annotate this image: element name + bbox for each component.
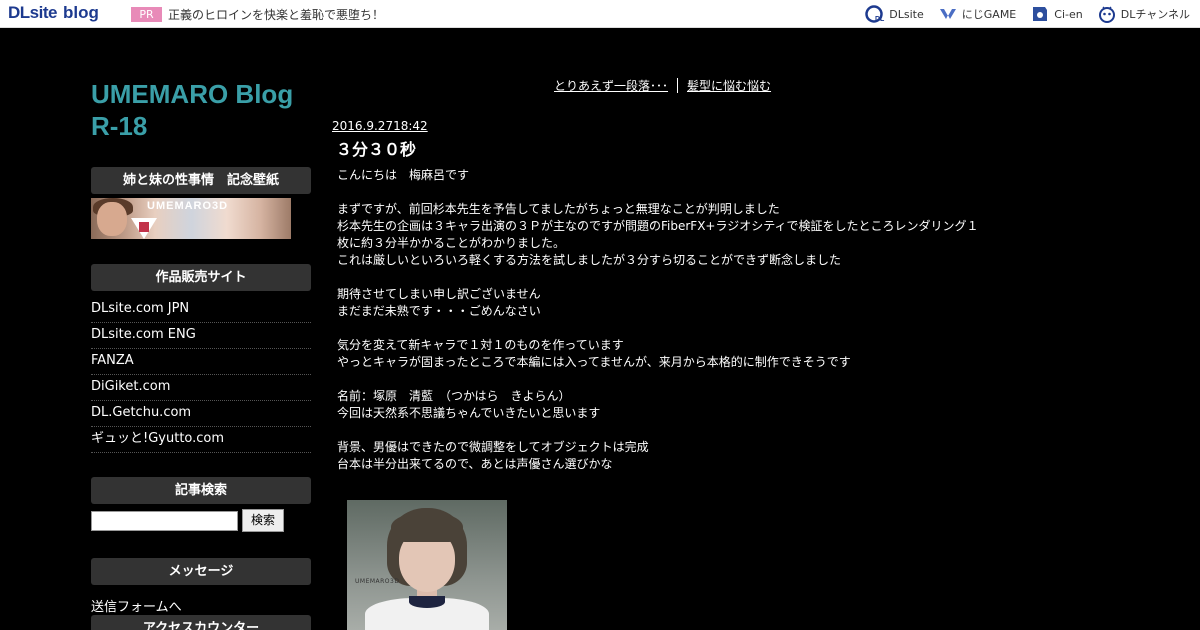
- banner-text: UMEMARO3D: [147, 200, 229, 212]
- wallpaper-banner[interactable]: UMEMARO3D: [91, 198, 291, 239]
- sales-link-dlsite-eng[interactable]: DLsite.com ENG: [91, 323, 311, 349]
- post-line: [337, 184, 1037, 201]
- post-line: まだまだ未熟です・・・ごめんなさい: [337, 304, 541, 318]
- post-line: やっとキャラが固まったところで本編には入ってませんが、来月から本格的に制作できそ…: [337, 355, 851, 369]
- post-line: [337, 371, 1037, 388]
- sales-section-heading: 作品販売サイト: [91, 264, 311, 291]
- ci-en-link-label: Ci-en: [1054, 7, 1083, 21]
- dlsite-link[interactable]: DL DLsite: [865, 5, 924, 23]
- post-line: 枚に約３分半かかることがわかりました。: [337, 236, 566, 250]
- svg-text:DL: DL: [875, 16, 885, 23]
- dlsite-blog-logo[interactable]: DLsite blog: [8, 3, 99, 25]
- sales-link-list: DLsite.com JPN DLsite.com ENG FANZA DiGi…: [91, 297, 311, 453]
- message-form-link[interactable]: 送信フォームへ: [91, 596, 182, 615]
- post-line: 名前：塚原 清藍 （つかはら きよらん）: [337, 389, 571, 403]
- sales-link-dlsite-jpn[interactable]: DLsite.com JPN: [91, 297, 311, 323]
- sales-link-getchu[interactable]: DL.Getchu.com: [91, 401, 311, 427]
- post-line: 気分を変えて新キャラで１対１のものを作っています: [337, 338, 624, 352]
- nijigame-link-label: にじGAME: [961, 8, 1017, 21]
- nijigame-link[interactable]: にじGAME: [938, 5, 1017, 23]
- blog-title[interactable]: UMEMARO Blog R-18: [91, 78, 316, 142]
- search-button[interactable]: 検索: [242, 509, 284, 532]
- article-search: 検索: [91, 509, 284, 532]
- post-line: まずですが、前回杉本先生を予告してましたがちょっと無理なことが判明しました: [337, 202, 780, 216]
- post-body: こんにちは 梅麻呂です まずですが、前回杉本先生を予告してましたがちょっと無理な…: [337, 167, 1037, 473]
- dl-channel-link-label: DLチャンネル: [1120, 8, 1190, 21]
- site-links: DL DLsite にじGAME Ci-en DLチャンネル: [865, 4, 1190, 24]
- post-line: 杉本先生の企画は３キャラ出演の３Ｐが主なのですが問題のFiberFX+ラジオシテ…: [337, 219, 979, 233]
- search-section-heading: 記事検索: [91, 477, 311, 504]
- post-date[interactable]: 2016.9.2718:42: [332, 119, 428, 133]
- post-line: [337, 320, 1037, 337]
- post-line: 背景、男優はできたので微調整をしてオブジェクトは完成: [337, 440, 649, 454]
- wallpaper-section-heading: 姉と妹の性事情 記念壁紙: [91, 167, 311, 194]
- post-line: [337, 269, 1037, 286]
- image-watermark: UMEMARO3D: [355, 578, 400, 585]
- message-section-heading: メッセージ: [91, 558, 311, 585]
- nijigame-icon: [939, 9, 956, 19]
- sales-link-gyutto[interactable]: ギュッと!Gyutto.com: [91, 427, 311, 453]
- counter-section-heading: アクセスカウンター: [91, 615, 311, 630]
- post-line: 今回は天然系不思議ちゃんでいきたいと思います: [337, 406, 601, 420]
- logo-sub-text: blog: [62, 3, 99, 22]
- top-bar: DLsite blog PR 正義のヒロインを快楽と羞恥で悪堕ち！ DL DLs…: [0, 0, 1200, 28]
- prev-post-link[interactable]: とりあえず一段落･･･: [554, 77, 668, 94]
- dlsite-link-label: DLsite: [889, 7, 924, 21]
- post-title: ３分３０秒: [336, 140, 417, 159]
- sales-link-digiket[interactable]: DiGiket.com: [91, 375, 311, 401]
- post-line: これは厳しいといろいろ軽くする方法を試しましたが３分すら切ることができず断念しま…: [337, 253, 842, 267]
- ci-en-link[interactable]: Ci-en: [1030, 5, 1083, 23]
- post-line: こんにちは 梅麻呂です: [337, 168, 470, 182]
- dlsite-icon: DL: [865, 5, 885, 23]
- character-render-image[interactable]: UMEMARO3D: [347, 500, 507, 630]
- article-search-input[interactable]: [91, 510, 238, 531]
- post-pager: とりあえず一段落･･･ 髪型に悩む悩む: [554, 77, 771, 94]
- post-line: [337, 422, 1037, 439]
- post-line: 期待させてしまい申し訳ございません: [337, 287, 541, 301]
- post-line: 台本は半分出来てるので、あとは声優さん選びかな: [337, 457, 613, 471]
- pr-badge: PR: [131, 7, 162, 22]
- dl-channel-link[interactable]: DLチャンネル: [1097, 5, 1190, 23]
- dl-channel-icon: [1098, 6, 1115, 23]
- pr-ad-link[interactable]: 正義のヒロインを快楽と羞恥で悪堕ち！: [168, 6, 384, 23]
- logo-main-text: DLsite: [8, 3, 57, 22]
- sales-link-fanza[interactable]: FANZA: [91, 349, 311, 375]
- pager-divider: [677, 78, 679, 93]
- ci-en-icon: [1033, 7, 1048, 21]
- next-post-link[interactable]: 髪型に悩む悩む: [687, 77, 771, 94]
